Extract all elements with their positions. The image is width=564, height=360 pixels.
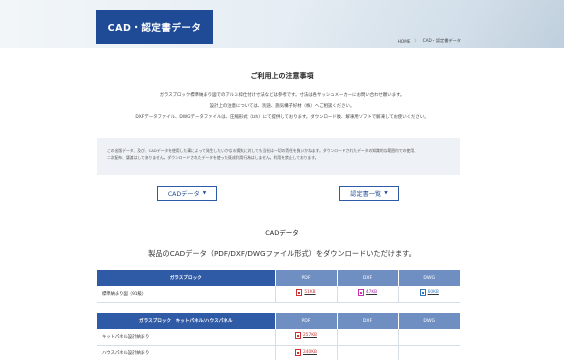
file-size: 47KB	[365, 290, 378, 296]
certificate-list-button[interactable]: 認定書一覧 ▼	[339, 186, 399, 201]
disclaimer-line: この出版データ、及び、CADデータを使用した事によって発生したいかなる損失に対し…	[107, 148, 418, 153]
hero-banner: CAD・認定書データ	[0, 0, 564, 48]
table-header-dwg: DWG	[397, 270, 460, 286]
table-row: ハウスパネル設計納まり 240KB	[97, 345, 460, 360]
triangle-down-icon: ▼	[202, 191, 207, 196]
table-header-row: ガラスブロック PDF DXF DWG	[97, 270, 460, 286]
file-size: 51KB	[304, 290, 316, 296]
pdf-file-icon	[295, 332, 302, 340]
breadcrumb-current: CAD・認定書データ	[422, 38, 461, 43]
breadcrumb-separator: 〉	[414, 38, 419, 43]
dwg-cell: 60KB	[397, 286, 460, 303]
pdf-file-icon	[295, 348, 302, 356]
table-header-pdf: PDF	[274, 270, 337, 286]
dxf-file-icon	[357, 289, 364, 297]
table-header-product: ガラスブロック キットパネル/ハウスパネル	[97, 313, 276, 329]
cad-section-title: CADデータ	[265, 229, 299, 237]
notice-title: ご利用上の注意事項	[250, 72, 314, 80]
dxf-cell	[336, 345, 398, 360]
table-header-product: ガラスブロック	[97, 270, 276, 286]
table-header-row: ガラスブロック キットパネル/ハウスパネル PDF DXF DWG	[97, 313, 460, 329]
table-header-dwg: DWG	[397, 313, 460, 329]
pdf-download-link[interactable]: 51KB	[296, 289, 316, 297]
dxf-cell	[336, 329, 398, 346]
pdf-download-link[interactable]: 240KB	[295, 348, 317, 356]
notice-line: ガラスブロック標準納まり図でのアルミ枠仕付け寸法などは参考です。寸法は各サッシュ…	[159, 93, 405, 98]
notice-line: DXFデータファイル、DWGデータファイルは、圧縮形式（lzh）にて提供しており…	[135, 115, 429, 120]
dxf-download-link[interactable]: 47KB	[357, 289, 378, 297]
breadcrumb-home-link[interactable]: HOME	[398, 39, 411, 44]
dwg-download-link[interactable]: 60KB	[419, 289, 439, 297]
table-header-pdf: PDF	[274, 313, 337, 329]
breadcrumb: HOME 〉 CAD・認定書データ	[398, 38, 461, 44]
file-size: 257KB	[303, 333, 317, 339]
file-size: 240KB	[303, 349, 317, 355]
row-name: ハウスパネル設計納まり	[97, 345, 275, 360]
dwg-file-icon	[419, 289, 426, 297]
cad-table-glassblock: ガラスブロック PDF DXF DWG 標準納まり図（91級） 51KB 47K…	[97, 270, 460, 303]
cad-data-button-label: CADデータ	[167, 191, 200, 198]
pdf-file-icon	[296, 289, 303, 297]
disclaimer-line: 二次配布、譲渡はしてありません。ダウンロードされたデータを使った既成利用行為はし…	[107, 155, 319, 161]
pdf-cell: 257KB	[274, 329, 337, 346]
table-header-dxf: DXF	[336, 270, 398, 286]
disclaimer-box: この出版データ、及び、CADデータを使用した事によって発生したいかなる損失に対し…	[97, 138, 460, 175]
table-row: キットパネル設計納まり 257KB	[97, 329, 460, 346]
dwg-cell	[397, 329, 460, 346]
pdf-cell: 240KB	[274, 345, 337, 360]
table-header-dxf: DXF	[336, 313, 398, 329]
cad-table-kit-panel: ガラスブロック キットパネル/ハウスパネル PDF DXF DWG キットパネル…	[97, 313, 460, 360]
cad-section-subtitle: 製品のCADデータ（PDF/DXF/DWGファイル形式）をダウンロードいただけま…	[148, 249, 416, 258]
dwg-cell	[397, 345, 460, 360]
certificate-list-button-label: 認定書一覧	[350, 191, 382, 198]
page-title: CAD・認定書データ	[96, 10, 213, 44]
row-name: 標準納まり図（91級）	[97, 286, 275, 303]
pdf-download-link[interactable]: 257KB	[295, 332, 317, 340]
cad-data-button[interactable]: CADデータ ▼	[157, 186, 217, 201]
row-name: キットパネル設計納まり	[97, 329, 275, 346]
file-size: 60KB	[427, 290, 439, 296]
pdf-cell: 51KB	[274, 286, 337, 303]
dxf-cell: 47KB	[336, 286, 398, 303]
table-row: 標準納まり図（91級） 51KB 47KB 60KB	[97, 286, 460, 303]
notice-line: 設計上の注意については、別途、施気構子好材（株）へご相談ください。	[209, 104, 355, 109]
triangle-down-icon: ▼	[384, 191, 388, 196]
